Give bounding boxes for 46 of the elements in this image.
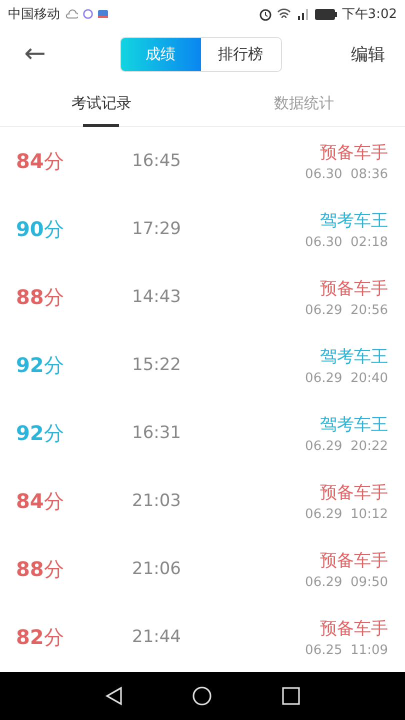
duration: 21:06 xyxy=(132,559,182,579)
rank-title: 预备车手 xyxy=(320,142,388,164)
alarm-icon xyxy=(258,8,272,20)
duration: 21:03 xyxy=(132,491,182,511)
rank-title: 预备车手 xyxy=(320,550,388,572)
signal-icon xyxy=(296,8,310,20)
rank-title: 驾考车王 xyxy=(320,346,388,368)
rank-title: 预备车手 xyxy=(320,482,388,504)
score: 92分 xyxy=(16,420,65,446)
rank-title: 驾考车王 xyxy=(320,414,388,436)
rank-title: 预备车手 xyxy=(320,618,388,640)
back-button[interactable]: ← xyxy=(20,39,50,69)
rank-title: 驾考车王 xyxy=(320,210,388,232)
exam-date: 06.29 09:50 xyxy=(305,574,388,590)
exam-date: 06.29 20:40 xyxy=(305,370,388,386)
edit-button[interactable]: 编辑 xyxy=(351,42,385,66)
clock-time: 下午3:02 xyxy=(342,6,397,23)
battery-icon xyxy=(314,8,337,20)
exam-date: 06.30 02:18 xyxy=(305,234,388,250)
tab[interactable]: 考试记录 xyxy=(0,80,202,126)
score: 92分 xyxy=(16,352,65,378)
duration: 16:45 xyxy=(132,151,182,171)
back-nav-icon[interactable] xyxy=(104,686,123,706)
wifi-icon xyxy=(276,8,291,20)
score: 90分 xyxy=(16,216,65,242)
duration: 17:29 xyxy=(132,219,182,239)
score: 82分 xyxy=(16,624,65,650)
exam-date: 06.29 10:12 xyxy=(305,506,388,522)
recents-nav-icon[interactable] xyxy=(282,687,300,705)
score: 88分 xyxy=(16,284,65,310)
score: 84分 xyxy=(16,148,65,174)
exam-date: 06.25 11:09 xyxy=(305,642,388,658)
carrier-name: 中国移动 xyxy=(8,6,60,23)
rank-title: 预备车手 xyxy=(320,278,388,300)
exam-date: 06.30 08:36 xyxy=(305,166,388,182)
cloud-icon xyxy=(65,9,78,19)
duration: 15:22 xyxy=(132,355,182,375)
duration: 21:44 xyxy=(132,627,182,647)
exam-date: 06.29 20:56 xyxy=(305,302,388,318)
home-nav-icon[interactable] xyxy=(192,686,212,706)
exam-date: 06.29 20:22 xyxy=(305,438,388,454)
score: 84分 xyxy=(16,488,65,514)
score: 88分 xyxy=(16,556,65,582)
duration: 16:31 xyxy=(132,423,182,443)
app-icon xyxy=(98,9,108,19)
duration: 14:43 xyxy=(132,287,182,307)
